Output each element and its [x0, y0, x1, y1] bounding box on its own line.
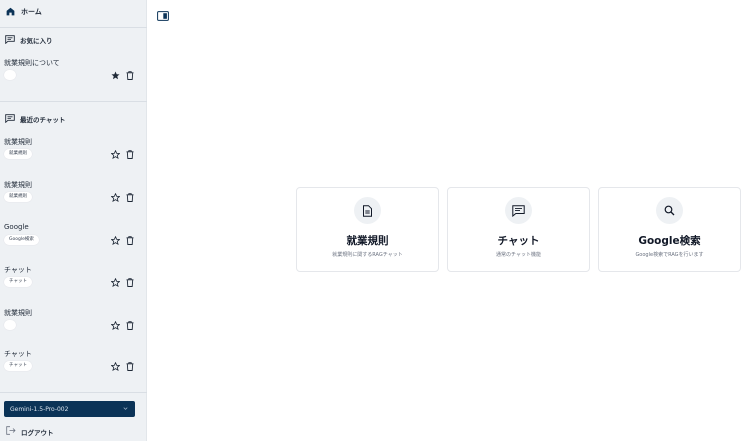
- star-outline-icon[interactable]: [110, 320, 120, 330]
- chat-badge: 就業規則: [4, 192, 32, 202]
- recent-chat-item[interactable]: Google Google検索: [4, 223, 138, 253]
- home-label: ホーム: [21, 8, 42, 16]
- chat-badge: [4, 70, 16, 80]
- chat-badge: チャット: [4, 277, 32, 287]
- star-outline-icon[interactable]: [110, 235, 120, 245]
- chat-title: 就業規則: [4, 138, 32, 146]
- logout-label: ログアウト: [21, 428, 54, 437]
- divider: [0, 101, 147, 102]
- card-chat[interactable]: チャット 通常のチャット機能: [447, 187, 590, 272]
- trash-icon[interactable]: [125, 70, 134, 80]
- recent-chat-item[interactable]: チャット チャット: [4, 349, 138, 379]
- star-filled-icon[interactable]: [110, 70, 120, 80]
- trash-icon[interactable]: [125, 320, 134, 330]
- recent-chat-item[interactable]: 就業規則 就業規則: [4, 137, 138, 167]
- recent-chats-header: 最近のチャット: [5, 113, 65, 125]
- star-outline-icon[interactable]: [110, 361, 120, 371]
- star-outline-icon[interactable]: [110, 149, 120, 159]
- trash-icon[interactable]: [125, 235, 134, 245]
- model-select[interactable]: Gemini-1.5-Pro-002: [4, 401, 135, 417]
- sidebar-toggle-icon[interactable]: [157, 6, 169, 21]
- card-title: Google検索: [638, 235, 701, 247]
- chat-badge: Google検索: [4, 235, 39, 245]
- chat-title: 就業規則: [4, 181, 32, 189]
- document-icon: [354, 197, 381, 224]
- chat-badge: [4, 320, 16, 330]
- chat-icon: [505, 197, 532, 224]
- trash-icon[interactable]: [125, 192, 134, 202]
- card-description: 就業規則に関するRAGチャット: [332, 252, 403, 258]
- recent-chats-label: 最近のチャット: [20, 116, 66, 124]
- logout-icon: [6, 426, 16, 437]
- star-outline-icon[interactable]: [110, 277, 120, 287]
- trash-icon[interactable]: [125, 361, 134, 371]
- card-title: チャット: [497, 235, 540, 247]
- chat-title: Google: [4, 223, 29, 231]
- chat-badge: チャット: [4, 361, 32, 371]
- chat-title: 就業規則について: [4, 59, 60, 67]
- trash-icon[interactable]: [125, 277, 134, 287]
- home-link[interactable]: ホーム: [6, 5, 42, 19]
- home-icon: [6, 7, 15, 18]
- chat-title: 就業規則: [4, 309, 32, 317]
- recent-chat-item[interactable]: チャット チャット: [4, 265, 138, 295]
- search-icon: [656, 197, 683, 224]
- divider: [0, 392, 147, 393]
- card-title: 就業規則: [346, 235, 389, 247]
- chevron-down-icon: [122, 405, 129, 414]
- trash-icon[interactable]: [125, 149, 134, 159]
- card-work-rules[interactable]: 就業規則 就業規則に関するRAGチャット: [296, 187, 439, 272]
- favorites-label: お気に入り: [20, 37, 53, 45]
- chat-bubble-icon: [5, 34, 15, 46]
- star-outline-icon[interactable]: [110, 192, 120, 202]
- card-google-search[interactable]: Google検索 Google検索でRAGを行います: [598, 187, 741, 272]
- card-description: Google検索でRAGを行います: [635, 252, 704, 258]
- chat-bubble-icon: [5, 113, 15, 125]
- favorite-chat-item[interactable]: 就業規則について: [4, 58, 138, 88]
- logout-button[interactable]: ログアウト: [6, 426, 54, 437]
- card-description: 通常のチャット機能: [496, 252, 541, 258]
- sidebar: ホーム お気に入り 就業規則について 最近のチャット 就業規則 就業規則 就業規…: [0, 0, 147, 441]
- favorites-header: お気に入り: [5, 34, 53, 46]
- chat-title: チャット: [4, 266, 32, 274]
- recent-chat-item[interactable]: 就業規則: [4, 308, 138, 338]
- chat-title: チャット: [4, 350, 32, 358]
- divider: [0, 27, 147, 28]
- recent-chat-item[interactable]: 就業規則 就業規則: [4, 180, 138, 210]
- chat-badge: 就業規則: [4, 149, 32, 159]
- model-select-value: Gemini-1.5-Pro-002: [10, 405, 69, 413]
